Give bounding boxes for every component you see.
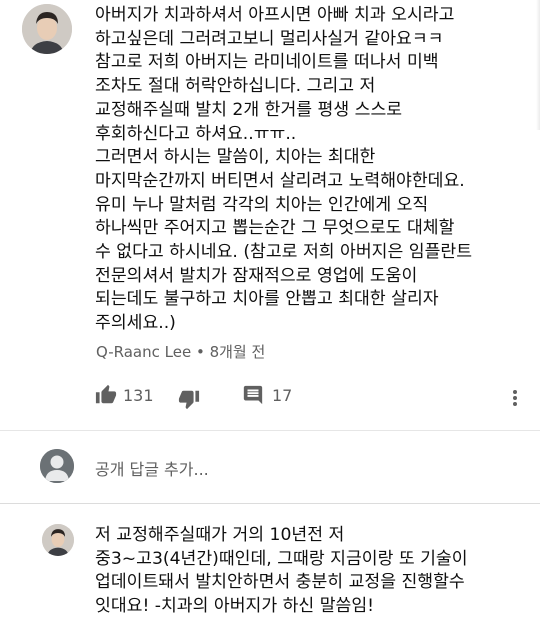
thumbs-up-icon [95, 384, 117, 404]
comment-time: 8개월 전 [209, 343, 266, 361]
more-options-button[interactable] [505, 387, 525, 409]
comment-line: 하나씩만 주어지고 뽑는순간 그 무엇으로도 대체할 [95, 218, 455, 239]
comment-meta: Q-Raanc Lee • 8개월 전 [96, 341, 265, 362]
comment-line: 그러면서 하시는 말씀이, 치아는 최대한 [95, 147, 376, 168]
comment-body: 아버지가 치과하셔서 아프시면 아빠 치과 오시라고 하고싶은데 그러려고보니 … [95, 4, 472, 336]
divider [0, 503, 540, 504]
more-vert-icon [513, 390, 517, 406]
user-avatar [40, 449, 74, 483]
comment-line: 전문의셔서 발치가 잠재적으로 영업에 도움이 [95, 265, 418, 286]
comment-line: 조차도 절대 허락안하십니다. 그리고 저 [95, 76, 376, 97]
commenter-avatar[interactable] [42, 524, 74, 556]
like-count: 131 [123, 385, 154, 405]
avatar-photo-icon [22, 4, 72, 54]
comment-line: 수 없다고 하시네요. (참고로 저희 아버지은 임플란트 [95, 242, 473, 263]
comment-actions: 131 17 [0, 384, 540, 412]
avatar-photo-icon [42, 524, 74, 556]
comment-line: 유미 누나 말처럼 각각의 치아는 인간에게 오직 [95, 194, 429, 215]
comment-line: 후회하신다고 하셔요..ㅠㅠ.. [95, 123, 297, 144]
comment-line: 저 교정해주실때가 거의 10년전 저 [95, 525, 345, 545]
thumbs-down-icon [178, 390, 200, 410]
reply-input-placeholder[interactable]: 공개 답글 추가... [95, 456, 209, 480]
account-icon [40, 449, 74, 483]
comment-icon [243, 385, 263, 405]
comment-line: 업데이트돼서 발치안하면서 충분히 교정을 진행할수 [95, 572, 465, 593]
comment-line: 주의세요..) [95, 313, 176, 334]
reply-count-button[interactable]: 17 [242, 384, 292, 406]
comment-line: 참고로 저희 아버지는 라미네이트를 떠나서 미백 [95, 52, 439, 73]
scroll-edge-shadow [536, 0, 540, 130]
commenter-avatar[interactable] [22, 4, 72, 54]
comment-line: 잇대요! -치과의 아버지가 하신 말씀임! [95, 596, 375, 617]
comment-line: 하고싶은데 그러려고보니 멀리사실거 같아요ㅋㅋ [95, 28, 444, 49]
add-reply-row[interactable]: 공개 답글 추가... [0, 431, 540, 503]
comment-line: 교정해주실때 발치 2개 한거를 평생 스스로 [95, 99, 403, 120]
comment-line: 중3~고3(4년간)때인데, 그때랑 지금이랑 또 기술이 [95, 548, 468, 569]
meta-separator: • [195, 343, 210, 361]
dislike-button[interactable] [178, 388, 200, 410]
comment-line: 아버지가 치과하셔서 아프시면 아빠 치과 오시라고 [95, 5, 455, 25]
comment-line: 마지막순간까지 버티면서 살리려고 노력해야한데요. [95, 170, 465, 191]
comment-body: 저 교정해주실때가 거의 10년전 저 중3~고3(4년간)때인데, 그때랑 지… [95, 524, 468, 619]
reply-count: 17 [272, 385, 293, 405]
comment-line: 되는데도 불구하고 치아를 안뽑고 최대한 살리자 [95, 289, 439, 310]
like-button[interactable]: 131 [95, 384, 154, 406]
author-name[interactable]: Q-Raanc Lee [96, 343, 191, 361]
